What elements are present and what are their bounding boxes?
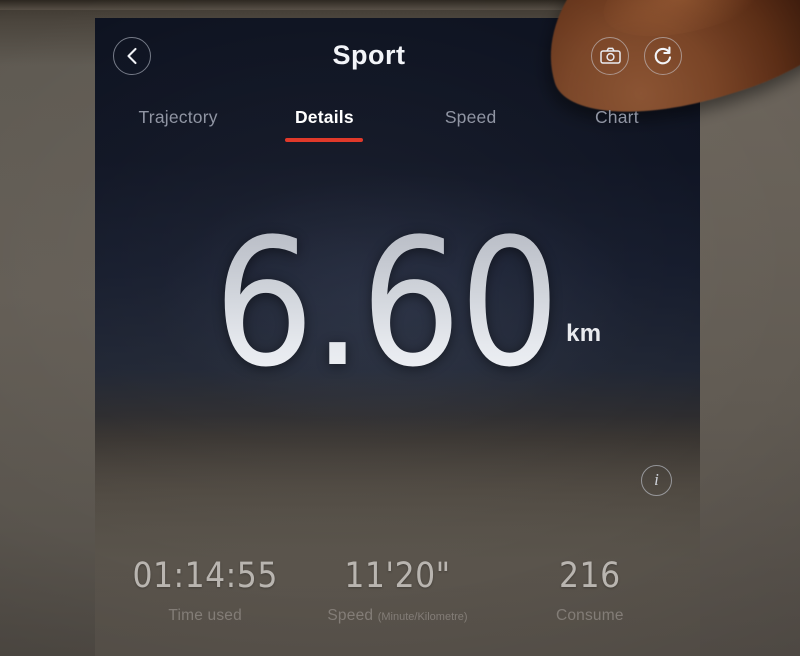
stat-label-sub: (Minute/Kilometre)	[377, 611, 468, 623]
camera-icon	[599, 47, 621, 64]
refresh-button[interactable]	[644, 36, 682, 75]
stat-label-text: Time used	[168, 607, 242, 624]
stat-label: Time used	[109, 607, 301, 625]
photo-backdrop: Sport Trajectory Details Speed Chart 6.6…	[0, 0, 800, 656]
info-icon[interactable]: i	[641, 464, 672, 496]
chevron-left-icon	[125, 47, 139, 65]
refresh-icon	[653, 46, 673, 66]
back-button[interactable]	[113, 36, 151, 75]
stat-label: Speed (Minute/Kilometre)	[301, 607, 493, 625]
app-bar: Sport	[95, 18, 700, 93]
page-title: Sport	[332, 40, 406, 70]
tab-speed[interactable]: Speed	[398, 93, 544, 159]
tab-label: Speed	[444, 107, 497, 127]
tab-trajectory[interactable]: Trajectory	[105, 93, 251, 159]
tab-underline	[578, 138, 656, 142]
distance-display: 6.60 km	[95, 159, 700, 449]
stat-time-used: 01:14:55 Time used	[109, 559, 301, 625]
stat-consume: 216 Consume	[494, 559, 686, 625]
app-bar-actions	[591, 36, 682, 75]
tab-underline	[139, 138, 217, 142]
distance-display-inner: 6.60 km	[213, 201, 602, 407]
tab-underline	[432, 138, 510, 142]
stat-value: 11'20"	[344, 556, 451, 596]
tab-chart[interactable]: Chart	[544, 93, 690, 159]
tab-label: Trajectory	[138, 107, 218, 127]
tab-label: Details	[294, 107, 354, 127]
distance-value: 6.60	[213, 201, 560, 407]
distance-unit: km	[566, 319, 602, 347]
camera-button[interactable]	[591, 36, 629, 75]
stat-value: 01:14:55	[132, 556, 278, 596]
stat-value: 216	[559, 556, 621, 596]
stat-label-text: Speed	[327, 607, 378, 624]
stat-label-text: Consume	[555, 607, 624, 624]
tab-bar: Trajectory Details Speed Chart	[95, 93, 700, 159]
tab-label: Chart	[594, 107, 639, 127]
tab-details[interactable]: Details	[251, 93, 397, 159]
stat-label: Consume	[494, 607, 686, 625]
tab-underline-active	[285, 138, 364, 142]
stats-row: 01:14:55 Time used 11'20" Speed (Minute/…	[95, 559, 700, 625]
phone-screen: Sport Trajectory Details Speed Chart 6.6…	[95, 18, 700, 656]
info-row: i	[95, 449, 700, 511]
stat-speed: 11'20" Speed (Minute/Kilometre)	[301, 559, 493, 625]
